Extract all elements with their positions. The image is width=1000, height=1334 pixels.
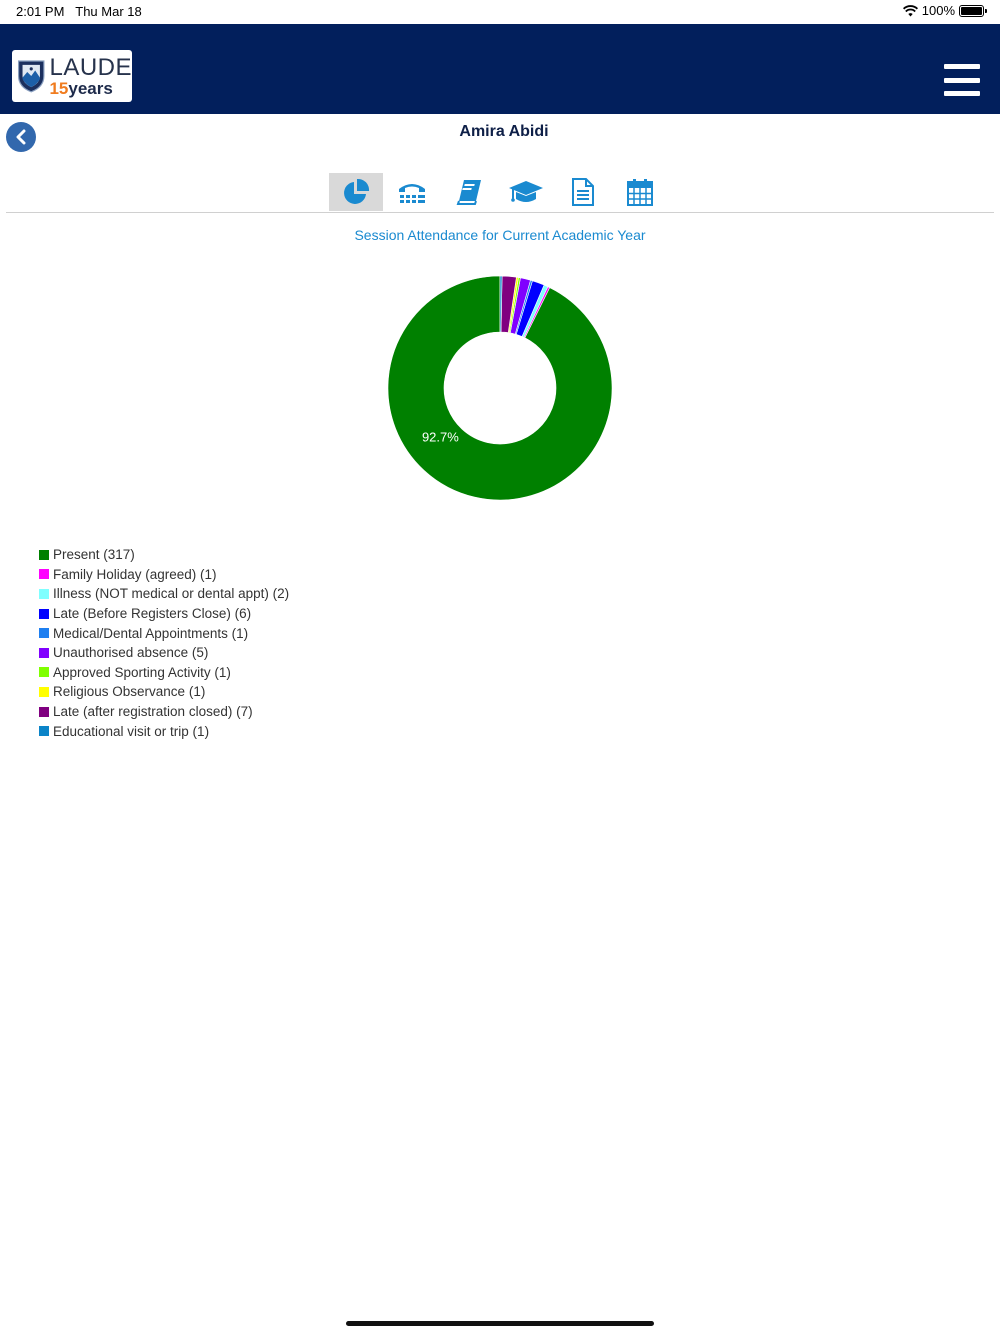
- legend-label: Medical/Dental Appointments (1): [53, 625, 249, 641]
- status-bar: 2:01 PM Thu Mar 18 100%: [0, 0, 1000, 24]
- telephone-icon: [398, 184, 425, 203]
- legend-label: Unauthorised absence (5): [53, 645, 209, 661]
- home-indicator: [346, 1321, 654, 1326]
- legend-swatch: [39, 608, 49, 619]
- crest-icon: [17, 60, 45, 93]
- status-date: Thu Mar 18: [75, 4, 142, 19]
- legend-item[interactable]: Illness (NOT medical or dental appt) (2): [39, 584, 289, 604]
- legend-swatch: [39, 706, 49, 717]
- legend-item[interactable]: Medical/Dental Appointments (1): [39, 623, 289, 643]
- legend-label: Family Holiday (agreed) (1): [53, 566, 217, 582]
- school-logo[interactable]: LAUDE 15years: [12, 50, 132, 102]
- legend-swatch: [39, 667, 49, 678]
- chart-legend: Present (317) Family Holiday (agreed) (1)…: [39, 545, 289, 741]
- legend-label: Present (317): [53, 547, 135, 563]
- status-time: 2:01 PM Thu Mar 18: [16, 4, 142, 19]
- page-title: Amira Abidi: [459, 123, 549, 140]
- legend-swatch: [39, 686, 49, 697]
- tab-calendar[interactable]: [611, 173, 668, 211]
- legend-label: Illness (NOT medical or dental appt) (2): [53, 586, 290, 602]
- graduation-cap-icon: [508, 181, 543, 202]
- status-indicators: 100%: [902, 3, 987, 18]
- app-header: LAUDE 15years: [0, 24, 1000, 114]
- battery-icon: [959, 4, 987, 17]
- legend-item[interactable]: Late (after registration closed) (7): [39, 702, 289, 722]
- tab-contacts[interactable]: [383, 173, 440, 211]
- legend-item[interactable]: Religious Observance (1): [39, 682, 289, 702]
- legend-swatch: [39, 628, 49, 639]
- attendance-donut-chart: 92.7%: [387, 275, 613, 501]
- pie-chart-icon: [344, 178, 370, 204]
- chart-title: Session Attendance for Current Academic …: [354, 227, 646, 243]
- legend-item[interactable]: Present (317): [39, 545, 289, 565]
- battery-percent: 100%: [921, 3, 955, 18]
- tab-grades[interactable]: [497, 173, 554, 211]
- legend-label: Late (Before Registers Close) (6): [53, 606, 252, 622]
- tab-divider: [6, 212, 994, 213]
- legend-swatch: [39, 726, 49, 737]
- legend-swatch: [39, 588, 49, 599]
- tab-reports[interactable]: [554, 173, 611, 211]
- tab-attendance[interactable]: [329, 173, 383, 211]
- menu-bar: [944, 77, 980, 83]
- legend-label: Late (after registration closed) (7): [53, 704, 253, 720]
- legend-item[interactable]: Late (Before Registers Close) (6): [39, 604, 289, 624]
- legend-item[interactable]: Educational visit or trip (1): [39, 721, 289, 741]
- document-icon: [571, 178, 594, 206]
- tab-bar: [329, 173, 668, 211]
- hamburger-menu-button[interactable]: [944, 64, 980, 96]
- legend-swatch: [39, 647, 49, 658]
- legend-label: Educational visit or trip (1): [53, 723, 210, 739]
- calendar-icon: [626, 179, 653, 206]
- logo-title: LAUDE: [49, 53, 132, 81]
- legend-label: Approved Sporting Activity (1): [53, 664, 231, 680]
- menu-bar: [944, 64, 980, 69]
- legend-item[interactable]: Approved Sporting Activity (1): [39, 663, 289, 683]
- legend-label: Religious Observance (1): [53, 684, 206, 700]
- legend-item[interactable]: Family Holiday (agreed) (1): [39, 565, 289, 585]
- book-icon: [456, 180, 481, 205]
- legend-swatch: [39, 569, 49, 580]
- menu-bar: [944, 91, 980, 96]
- logo-subtitle: 15years: [49, 78, 113, 98]
- legend-item[interactable]: Unauthorised absence (5): [39, 643, 289, 663]
- slice-percent-label: 92.7%: [422, 429, 459, 444]
- tab-homework[interactable]: [440, 173, 497, 211]
- legend-swatch: [39, 549, 49, 560]
- wifi-icon: [902, 4, 918, 16]
